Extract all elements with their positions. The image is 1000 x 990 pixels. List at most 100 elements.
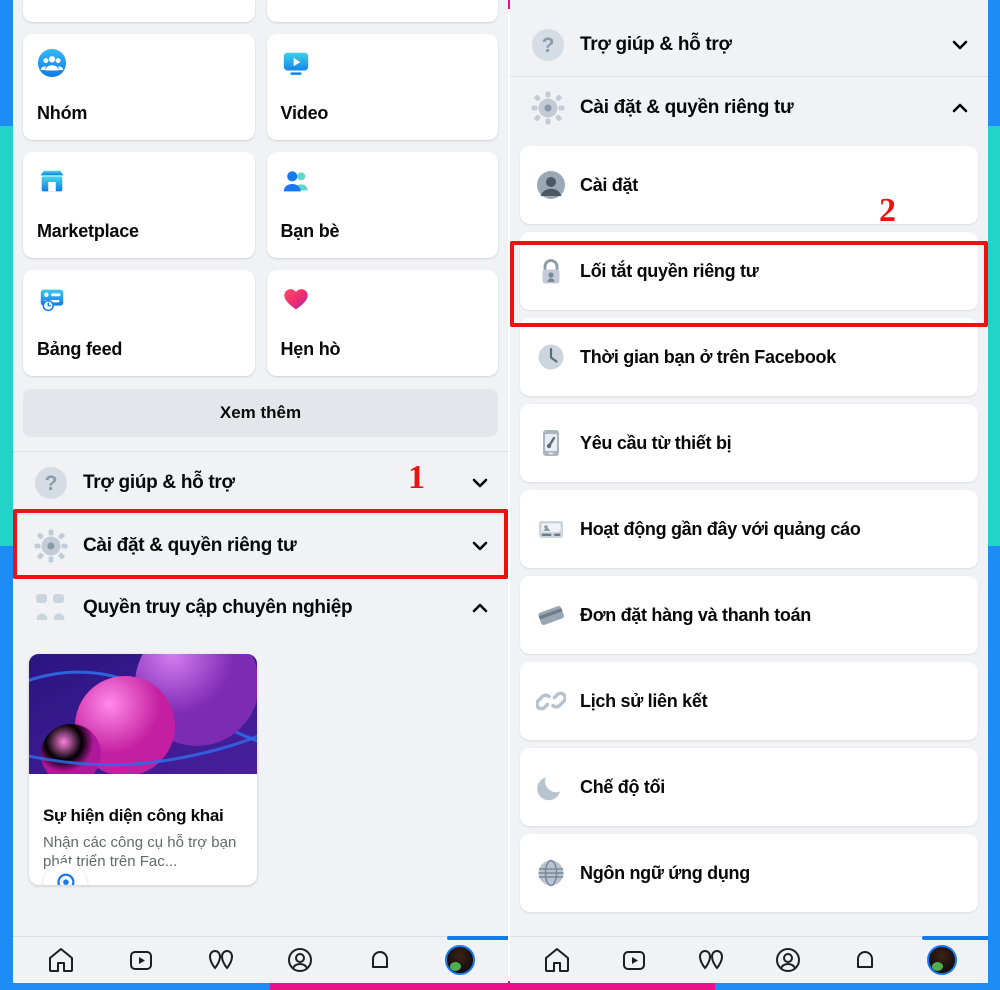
settings-item-dark-mode[interactable]: Chế độ tối [520,748,978,826]
settings-item-label: Yêu cầu từ thiết bị [580,432,732,453]
promo-card-title: Sự hiện diện công khai [43,806,224,825]
settings-item-label: Cài đặt [580,174,638,195]
shortcut-tile-cutoff-right[interactable] [266,0,498,22]
left-phone-panel: Nhóm Video Marketplace Bạn bè Bảng feed … [13,0,508,983]
shortcut-tile-label: Bảng feed [37,339,123,359]
settings-item-label: Hoạt động gần đây với quảng cáo [580,518,861,539]
chevron-down-icon[interactable] [950,35,970,55]
promo-card-image [29,654,257,774]
professional-access-icon [33,590,69,626]
screenshot-root: Nhóm Video Marketplace Bạn bè Bảng feed … [0,0,1000,990]
moon-icon [536,772,566,802]
profile-circle-icon[interactable] [773,945,803,975]
payments-card-icon [536,600,566,630]
home-icon[interactable] [542,945,572,975]
shortcut-tile-marketplace[interactable]: Marketplace [23,152,255,258]
frame-strip-left-teal [0,126,13,546]
right-panel-top-spacer [510,0,988,14]
shortcut-tile-groups[interactable]: Nhóm [23,34,255,140]
friends-icon [281,171,311,200]
marketplace-heart-icon[interactable] [206,945,236,975]
settings-accordion-help-support[interactable]: ? Trợ giúp & hỗ trợ [510,14,988,76]
left-panel-scroll-area[interactable]: Nhóm Video Marketplace Bạn bè Bảng feed … [13,0,508,936]
device-request-icon [536,428,566,458]
notifications-bell-icon[interactable] [365,945,395,975]
annotation-marker-2: 2 [879,192,896,229]
settings-item-label: Ngôn ngữ ứng dụng [580,862,750,883]
shortcut-tile-friends[interactable]: Bạn bè [266,152,498,258]
chevron-down-icon[interactable] [470,536,490,556]
shortcut-grid-cutoff-row [13,0,508,22]
settings-item-label: Chế độ tối [580,776,665,797]
privacy-lock-icon [536,256,566,286]
frame-strip-right-teal [988,126,1000,546]
marketplace-heart-icon[interactable] [696,945,726,975]
sidebar-item-help-support[interactable]: ? Trợ giúp & hỗ trợ [13,452,508,514]
frame-strip-right-blue-top [988,0,1000,126]
settings-item-ad-activity[interactable]: Hoạt động gần đây với quảng cáo [520,490,978,568]
shortcut-tile-label: Bạn bè [280,221,340,241]
promo-card-public-presence[interactable]: Sự hiện diện công khai Nhận các công cụ … [29,654,257,886]
annotation-marker-1: 1 [408,459,425,496]
sidebar-item-label: Quyền truy cập chuyên nghiệp [83,596,353,618]
link-history-icon [535,686,567,716]
question-mark-icon: ? [530,27,566,63]
chevron-up-icon[interactable] [950,98,970,118]
frame-strip-left-blue-top [0,0,13,126]
globe-icon [536,858,566,888]
video-icon [281,52,311,82]
marketplace-icon [37,170,67,200]
sidebar-item-settings-privacy[interactable]: Cài đặt & quyền riêng tư [13,514,508,576]
dating-heart-icon [281,289,311,318]
shortcut-tile-cutoff-left[interactable] [23,0,255,22]
account-circle-icon [536,170,566,200]
home-icon[interactable] [46,945,76,975]
settings-item-label: Lối tắt quyền riêng tư [580,260,759,281]
profile-circle-icon[interactable] [285,945,315,975]
settings-item-app-language[interactable]: Ngôn ngữ ứng dụng [520,834,978,912]
feeds-icon [37,289,67,318]
bottom-navigation-bar-left [13,936,508,983]
question-mark-icon: ? [33,465,69,501]
frame-strip-right-blue-bottom [988,546,1000,990]
bottom-navigation-bar-right [510,936,988,983]
video-play-icon[interactable] [619,945,649,975]
settings-item-time-on-facebook[interactable]: Thời gian bạn ở trên Facebook [520,318,978,396]
user-avatar[interactable] [445,945,476,975]
see-more-label: Xem thêm [219,403,302,422]
settings-accordion-settings-privacy[interactable]: Cài đặt & quyền riêng tư [510,76,988,138]
ad-activity-icon [536,514,566,544]
groups-icon [37,48,67,82]
bottom-nav-active-indicator [447,936,508,940]
shortcut-tile-label: Hẹn hò [280,339,341,359]
chevron-down-icon[interactable] [470,473,490,493]
svg-text:?: ? [45,472,58,495]
right-panel-scroll-area[interactable]: ? Trợ giúp & hỗ trợ Cài đặt & quyền riên… [510,0,988,936]
settings-item-account[interactable]: Cài đặt [520,146,978,224]
shortcut-tile-video[interactable]: Video [266,34,498,140]
settings-accordion-label: Trợ giúp & hỗ trợ [580,34,732,55]
settings-item-privacy-shortcut[interactable]: Lối tắt quyền riêng tư [520,232,978,310]
user-avatar[interactable] [926,945,957,975]
gear-icon [530,90,566,126]
settings-item-label: Thời gian bạn ở trên Facebook [580,346,836,367]
sidebar-item-label: Cài đặt & quyền riêng tư [83,534,297,556]
right-phone-panel: ? Trợ giúp & hỗ trợ Cài đặt & quyền riên… [510,0,988,983]
notifications-bell-icon[interactable] [850,945,880,975]
shortcut-grid: Nhóm Video Marketplace Bạn bè Bảng feed … [13,34,508,376]
sidebar-item-professional-access[interactable]: Quyền truy cập chuyên nghiệp [13,576,508,638]
shortcut-tile-feeds[interactable]: Bảng feed [23,270,255,376]
settings-item-device-requests[interactable]: Yêu cầu từ thiết bị [520,404,978,482]
settings-item-label: Lịch sử liên kết [580,690,708,711]
shortcut-tile-label: Marketplace [37,221,139,241]
chevron-up-icon[interactable] [470,598,490,618]
gear-icon [33,528,69,564]
shortcut-tile-dating[interactable]: Hẹn hò [266,270,498,376]
shortcut-tile-label: Nhóm [37,103,88,123]
settings-accordion-label: Cài đặt & quyền riêng tư [580,96,794,118]
see-more-button[interactable]: Xem thêm [23,389,498,437]
frame-strip-left-blue-bottom [0,546,13,990]
settings-item-orders-payments[interactable]: Đơn đặt hàng và thanh toán [520,576,978,654]
video-play-icon[interactable] [126,945,156,975]
settings-item-link-history[interactable]: Lịch sử liên kết [520,662,978,740]
